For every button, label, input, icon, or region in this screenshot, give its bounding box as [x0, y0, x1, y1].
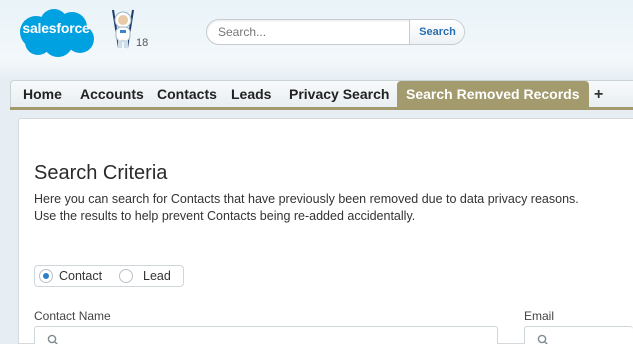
tab-leads[interactable]: Leads [231, 81, 271, 108]
tab-accent-bar [10, 107, 633, 110]
search-icon [537, 334, 548, 344]
tab-accounts[interactable]: Accounts [80, 81, 144, 108]
contact-name-input[interactable] [65, 327, 485, 344]
search-button[interactable]: Search [409, 20, 464, 44]
lead-radio-label[interactable]: Lead [143, 269, 171, 283]
search-icon [47, 334, 58, 344]
notification-count: 18 [136, 37, 149, 49]
header: salesforce 18 Search [0, 0, 633, 80]
lead-radio[interactable] [119, 269, 133, 283]
global-search: Search [206, 19, 465, 45]
contact-name-label: Contact Name [34, 309, 111, 323]
contact-radio[interactable] [39, 269, 53, 283]
tab-home[interactable]: Home [23, 81, 62, 108]
description-line-2: Use the results to help prevent Contacts… [34, 209, 416, 223]
email-label: Email [524, 309, 555, 323]
astro-mascot-icon[interactable] [110, 8, 136, 52]
logo-text: salesforce [22, 20, 90, 36]
add-tab-plus-icon[interactable]: + [594, 81, 603, 108]
tab-privacy-search[interactable]: Privacy Search [289, 81, 389, 108]
tab-bar: Home Accounts Contacts Leads Privacy Sea… [10, 80, 633, 108]
search-input[interactable] [207, 20, 409, 44]
description-line-1: Here you can search for Contacts that ha… [34, 192, 579, 206]
tab-search-removed-records[interactable]: Search Removed Records [397, 81, 589, 108]
email-input[interactable] [555, 327, 630, 344]
record-type-toggle: Contact Lead [34, 265, 184, 287]
email-field [524, 326, 633, 344]
contact-radio-label[interactable]: Contact [59, 269, 102, 283]
tab-contacts[interactable]: Contacts [157, 81, 217, 108]
salesforce-logo[interactable]: salesforce [14, 6, 98, 58]
page-title: Search Criteria [34, 162, 168, 184]
contact-name-field [34, 326, 498, 344]
